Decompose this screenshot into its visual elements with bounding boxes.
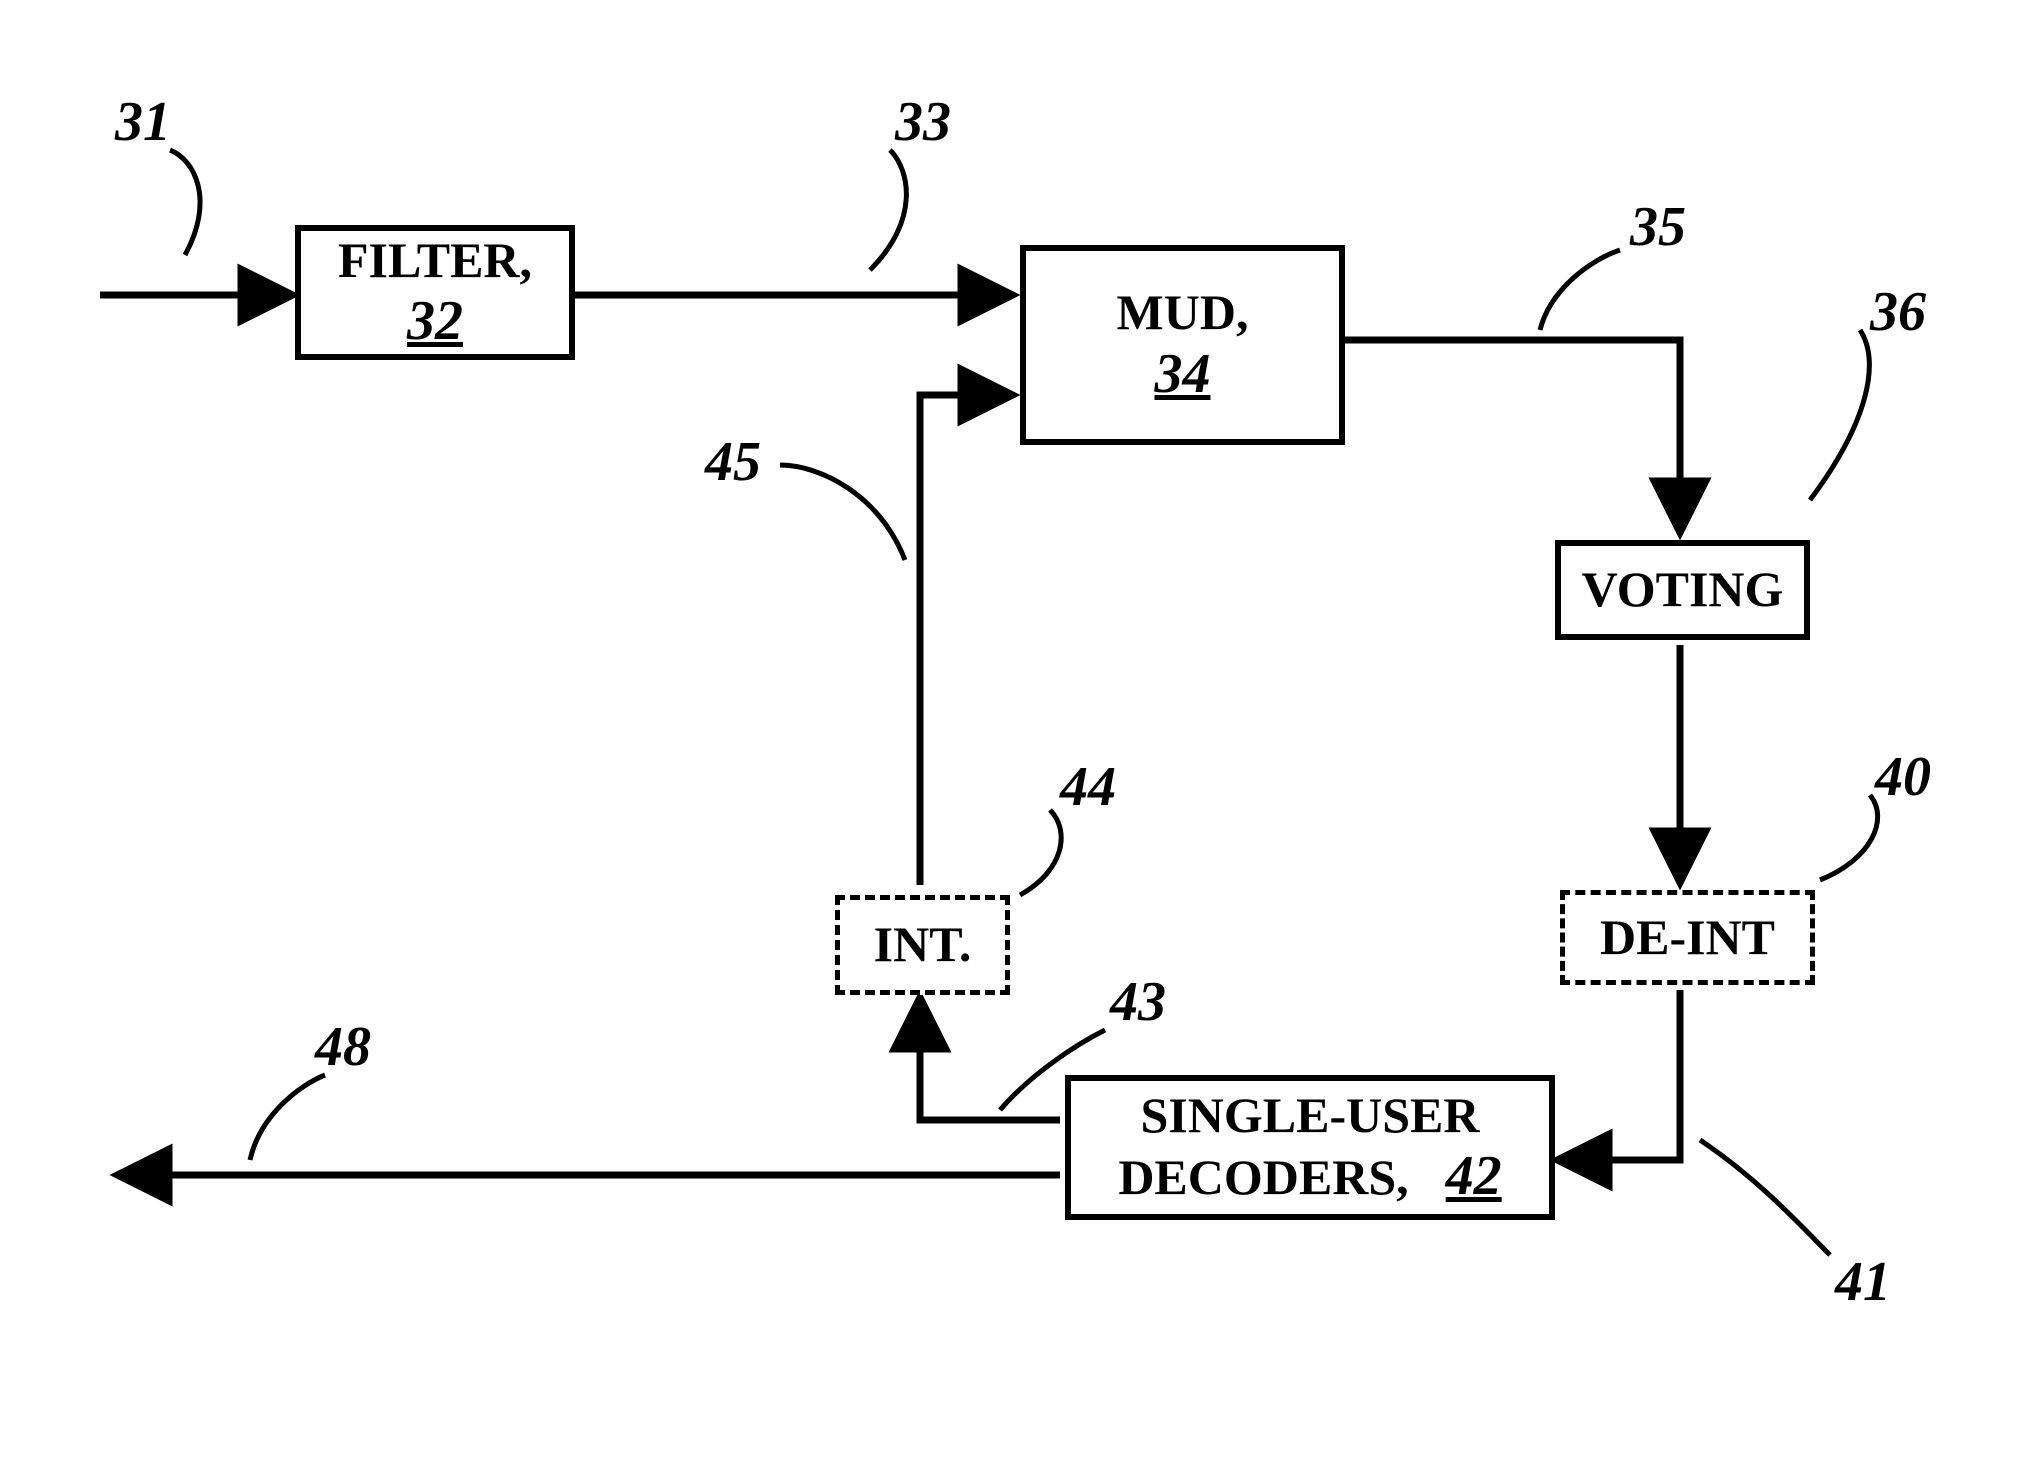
decoders-ref: 42 [1446, 1145, 1502, 1207]
diagram-wires [0, 0, 2044, 1471]
decoders-label-2: DECODERS, [1118, 1149, 1408, 1205]
filter-label: FILTER, [338, 232, 532, 290]
deint-label: DE-INT [1600, 909, 1775, 967]
decoders-label-1: SINGLE-USER [1141, 1087, 1480, 1145]
callout-48: 48 [315, 1015, 371, 1079]
callout-31: 31 [115, 90, 171, 154]
callout-40: 40 [1875, 745, 1931, 809]
callout-41: 41 [1835, 1250, 1891, 1314]
decoders-block: SINGLE-USER DECODERS, 42 [1065, 1075, 1555, 1220]
callout-44: 44 [1060, 755, 1116, 819]
filter-ref: 32 [407, 289, 463, 353]
int-block: INT. [835, 895, 1010, 995]
callout-45: 45 [705, 430, 761, 494]
voting-label: VOTING [1582, 561, 1784, 619]
callout-33: 33 [895, 90, 951, 154]
mud-label: MUD, [1117, 284, 1249, 342]
deint-block: DE-INT [1560, 890, 1815, 985]
callout-35: 35 [1630, 195, 1686, 259]
mud-block: MUD, 34 [1020, 245, 1345, 445]
callout-43: 43 [1110, 970, 1166, 1034]
int-label: INT. [874, 916, 972, 974]
voting-block: VOTING [1555, 540, 1810, 640]
mud-ref: 34 [1155, 342, 1211, 406]
filter-block: FILTER, 32 [295, 225, 575, 360]
callout-36: 36 [1870, 280, 1926, 344]
